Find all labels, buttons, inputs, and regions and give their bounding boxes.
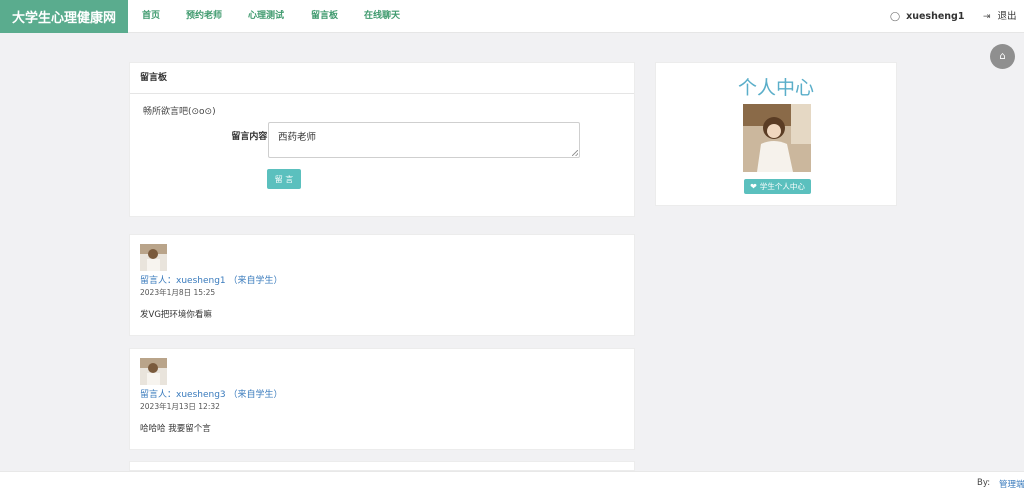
user-menu[interactable]: ◯ xuesheng1 — [890, 0, 964, 33]
user-icon: ◯ — [890, 12, 901, 22]
student-center-label: 学生个人中心 — [759, 182, 805, 191]
message-author[interactable]: 留言人：xuesheng3 （来自学生） — [140, 387, 283, 400]
panel-title: 留言板 — [130, 63, 634, 94]
nav-home[interactable]: 首页 — [142, 0, 160, 33]
nav-book-teacher[interactable]: 预约老师 — [186, 0, 222, 33]
avatar — [140, 358, 167, 385]
message-textarea[interactable]: 西药老师 — [268, 122, 580, 158]
message-time: 2023年1月8日 15:25 — [140, 288, 216, 297]
nav-online-chat[interactable]: 在线聊天 — [364, 0, 400, 33]
avatar — [140, 244, 167, 271]
footer: By: 管理端 — [0, 471, 1024, 493]
submit-message-button[interactable]: 留 言 — [267, 169, 301, 189]
logout-label: 退出 — [997, 11, 1017, 22]
message-author[interactable]: 留言人：xuesheng1 （来自学生） — [140, 273, 283, 286]
site-brand[interactable]: 大学生心理健康网 — [0, 0, 128, 33]
message-board-panel: 留言板 畅所欲言吧(⊙o⊙) 留言内容: 西药老师 留 言 — [129, 62, 635, 217]
footer-by-label: By: — [977, 478, 991, 488]
profile-avatar — [743, 104, 811, 172]
personal-center-title: 个人中心 — [737, 77, 814, 99]
board-hint: 畅所欲言吧(⊙o⊙) — [143, 107, 216, 117]
message-content: 发VG把环境你看嘛 — [140, 310, 212, 320]
message-field-label: 留言内容: — [231, 132, 271, 142]
message-time: 2023年1月13日 12:32 — [140, 402, 220, 411]
heart-icon: ❤ — [750, 182, 757, 191]
top-navbar: 大学生心理健康网 首页 预约老师 心理测试 留言板 在线聊天 ◯ xuesheng… — [0, 0, 1024, 33]
message-card: 留言人：xuesheng1 （来自学生） 2023年1月8日 15:25 发VG… — [129, 234, 635, 336]
message-card: 留言人：xuesheng3 （来自学生） 2023年1月13日 12:32 哈哈… — [129, 348, 635, 450]
nav-psych-test[interactable]: 心理测试 — [248, 0, 284, 33]
home-icon[interactable]: ⌂ — [990, 44, 1015, 69]
message-content: 哈哈哈 我要留个言 — [140, 424, 211, 434]
username: xuesheng1 — [906, 11, 965, 22]
nav-message-board[interactable]: 留言板 — [311, 0, 338, 33]
resize-grip[interactable] — [572, 150, 578, 156]
admin-link[interactable]: 管理端 — [999, 478, 1024, 490]
message-card-partial — [129, 461, 635, 471]
message-textarea-value: 西药老师 — [278, 132, 317, 143]
personal-center-panel: 个人中心 ❤ 学生个人中心 — [655, 62, 897, 206]
sign-out-icon: ⇥ — [983, 12, 991, 22]
logout-link[interactable]: ⇥ 退出 — [983, 0, 1017, 33]
student-center-button[interactable]: ❤ 学生个人中心 — [744, 179, 811, 194]
